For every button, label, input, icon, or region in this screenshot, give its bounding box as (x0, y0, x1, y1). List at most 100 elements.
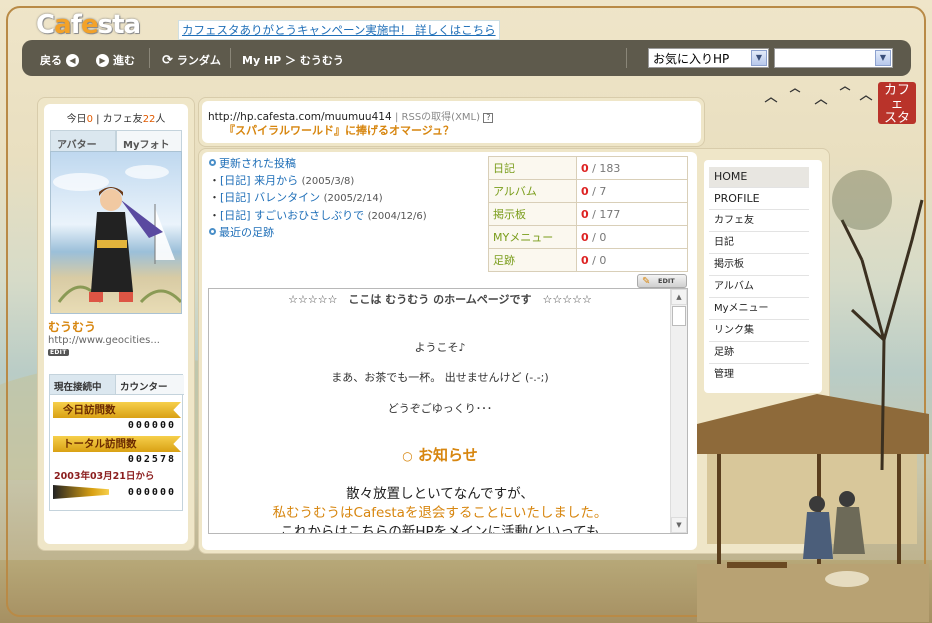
arrow-right-icon: ▶ (96, 53, 109, 67)
welcome-greeting: ようこそ♪ (414, 341, 466, 354)
edit-badge[interactable]: EDIT (48, 349, 69, 356)
table-row[interactable]: 足跡 0 / 0 (488, 248, 688, 272)
pencil-icon: ✎ (642, 276, 651, 287)
edit-button[interactable]: ✎ EDIT (637, 274, 687, 288)
tree-branches (832, 170, 924, 470)
menu-item-diary[interactable]: 日記 (709, 233, 809, 254)
welcome-relax-line: どうぞごゆっくり･･･ (387, 402, 493, 415)
favorites-select-value: お気に入りHP (653, 52, 730, 66)
list-item[interactable]: ・[日記] バレンタイン (2005/2/14) (209, 190, 427, 208)
scroll-up-icon[interactable]: ▲ (671, 289, 687, 305)
breadcrumb-text: My HP ＞ むうむう (242, 54, 344, 67)
table-row[interactable]: アルバム 0 / 7 (488, 179, 688, 203)
post-date: (2004/12/6) (367, 210, 427, 222)
third-counter-digits: 000000 (127, 487, 176, 498)
random-button[interactable]: ⟳ ランダム (162, 52, 221, 68)
menu-item-profile[interactable]: PROFILE (709, 189, 809, 210)
cafesta-stamp: カフェ スタ (878, 82, 916, 126)
post-date: (2005/2/14) (323, 193, 383, 204)
scroll-thumb[interactable] (672, 306, 686, 326)
stat-label[interactable]: 足跡 (488, 248, 577, 272)
stat-label[interactable]: MYメニュー (488, 225, 577, 249)
table-row[interactable]: 日記 0 / 183 (488, 156, 688, 180)
welcome-scrollbar[interactable]: ▲ ▼ (670, 289, 687, 533)
footprints-link[interactable]: 最近の足跡 (209, 225, 427, 242)
profile-panel: 今日0 | カフェ友22人 アバター Myフォト むうむう http://www… (44, 104, 188, 544)
nav-divider (230, 48, 231, 68)
stat-value: 0 / 0 (576, 225, 688, 249)
stat-value: 0 / 183 (576, 156, 688, 180)
tab-counter[interactable]: カウンター (116, 375, 184, 395)
chevron-down-icon: ▼ (751, 50, 767, 66)
menu-item-mymenu[interactable]: Myメニュー (709, 299, 809, 320)
chevron-down-icon: ▼ (875, 50, 891, 66)
notice-heading: ○ お知らせ (209, 444, 671, 465)
random-label: ランダム (176, 54, 221, 67)
campaign-link[interactable]: カフェスタありがとうキャンペーン実施中！ 詳しくはこちら (178, 20, 500, 40)
back-button[interactable]: 戻る ◀ (40, 52, 79, 68)
tab-myphoto[interactable]: Myフォト (116, 130, 182, 151)
scroll-down-icon[interactable]: ▼ (671, 517, 687, 533)
menu-item-admin[interactable]: 管理 (709, 365, 809, 386)
username[interactable]: むうむう (48, 318, 96, 335)
friends-suffix: 人 (155, 114, 166, 125)
table-row[interactable]: 掲示板 0 / 177 (488, 202, 688, 226)
welcome-message-box[interactable]: ☆☆☆☆☆ ここは むうむう のホームページです ☆☆☆☆☆ ようこそ♪ まあ、… (208, 288, 688, 534)
stat-label[interactable]: 日記 (488, 156, 577, 180)
menu-item-bbs[interactable]: 掲示板 (709, 255, 809, 276)
post-link: [日記] バレンタイン (220, 191, 321, 204)
today-visits-banner: 今日訪問数 (53, 402, 181, 418)
avatar-image[interactable] (50, 151, 182, 314)
menu-item-album[interactable]: アルバム (709, 277, 809, 298)
cafesta-logo[interactable]: Cafesta (36, 10, 141, 40)
tab-online-now[interactable]: 現在接続中 (50, 375, 116, 395)
menu-item-friends[interactable]: カフェ友 (709, 211, 809, 232)
updated-posts-header[interactable]: 更新された投稿 (209, 156, 427, 173)
help-icon[interactable]: ? (483, 113, 494, 123)
counter-since: 2003年03月21日から (54, 471, 155, 482)
nav-divider (626, 48, 627, 68)
table-row[interactable]: MYメニュー 0 / 0 (488, 225, 688, 249)
list-item[interactable]: ・[日記] 来月から (2005/3/8) (209, 173, 427, 191)
stat-total: / 0 (592, 253, 607, 267)
notice-mark: ○ (402, 449, 413, 463)
favorites-select[interactable]: お気に入りHP ▼ (648, 48, 769, 68)
list-item[interactable]: ・[日記] すごいおひさしぶりで (2004/12/6) (209, 208, 427, 226)
stats-table: 日記 0 / 183 アルバム 0 / 7 掲示板 0 / 177 MYメニュー 0 /… (488, 156, 688, 272)
menu-item-footprints[interactable]: 足跡 (709, 343, 809, 364)
counter-panel: 現在接続中 カウンター 今日訪問数 000000 トータル訪問数 002578 … (49, 374, 184, 511)
post-link: [日記] 来月から (220, 173, 299, 187)
forward-label: 進む (113, 54, 135, 67)
notice-body-3: これからはこちらの新HPをメインに活動(といっても (280, 524, 600, 534)
post-date: (2005/3/8) (301, 175, 355, 187)
stat-count: 0 (581, 253, 589, 267)
speed-banner-icon (53, 485, 109, 499)
arrow-left-icon: ◀ (66, 53, 79, 67)
forward-button[interactable]: ▶ 進む (96, 52, 135, 68)
stat-value: 0 / 0 (576, 248, 688, 272)
side-menu: HOME PROFILE カフェ友 日記 掲示板 アルバム Myメニュー リンク… (704, 160, 822, 393)
stat-count: 0 (581, 207, 589, 221)
stat-label[interactable]: 掲示板 (488, 202, 577, 226)
visit-counts: 今日0 | カフェ友22人 (44, 110, 188, 125)
stat-value: 0 / 177 (576, 202, 688, 226)
friends-label: | カフェ友 (96, 114, 143, 125)
breadcrumb[interactable]: My HP ＞ むうむう (242, 52, 344, 68)
stat-value: 0 / 7 (576, 179, 688, 203)
menu-item-links[interactable]: リンク集 (709, 321, 809, 342)
secondary-select[interactable]: ▼ (774, 48, 893, 68)
tab-avatar[interactable]: アバター (50, 130, 116, 151)
stat-total: / 183 (592, 161, 621, 175)
page-subtitle: 『スパイラルワールド』に捧げるオマージュ？ (224, 124, 455, 137)
homepage-link[interactable]: http://www.geocities... EDIT (48, 335, 160, 357)
bullet-icon (209, 159, 216, 166)
menu-item-home[interactable]: HOME (709, 167, 809, 188)
avatar-illustration (53, 165, 181, 304)
stat-count: 0 (581, 161, 589, 175)
updated-posts-label: 更新された投稿 (219, 157, 296, 170)
post-link: [日記] すごいおひさしぶりで (220, 208, 365, 222)
stat-total: / 7 (592, 184, 607, 198)
today-label: 今日 (66, 114, 87, 125)
stat-label[interactable]: アルバム (488, 179, 577, 203)
welcome-banner: ☆☆☆☆☆ ここは むうむう のホームページです ☆☆☆☆☆ (288, 293, 592, 306)
